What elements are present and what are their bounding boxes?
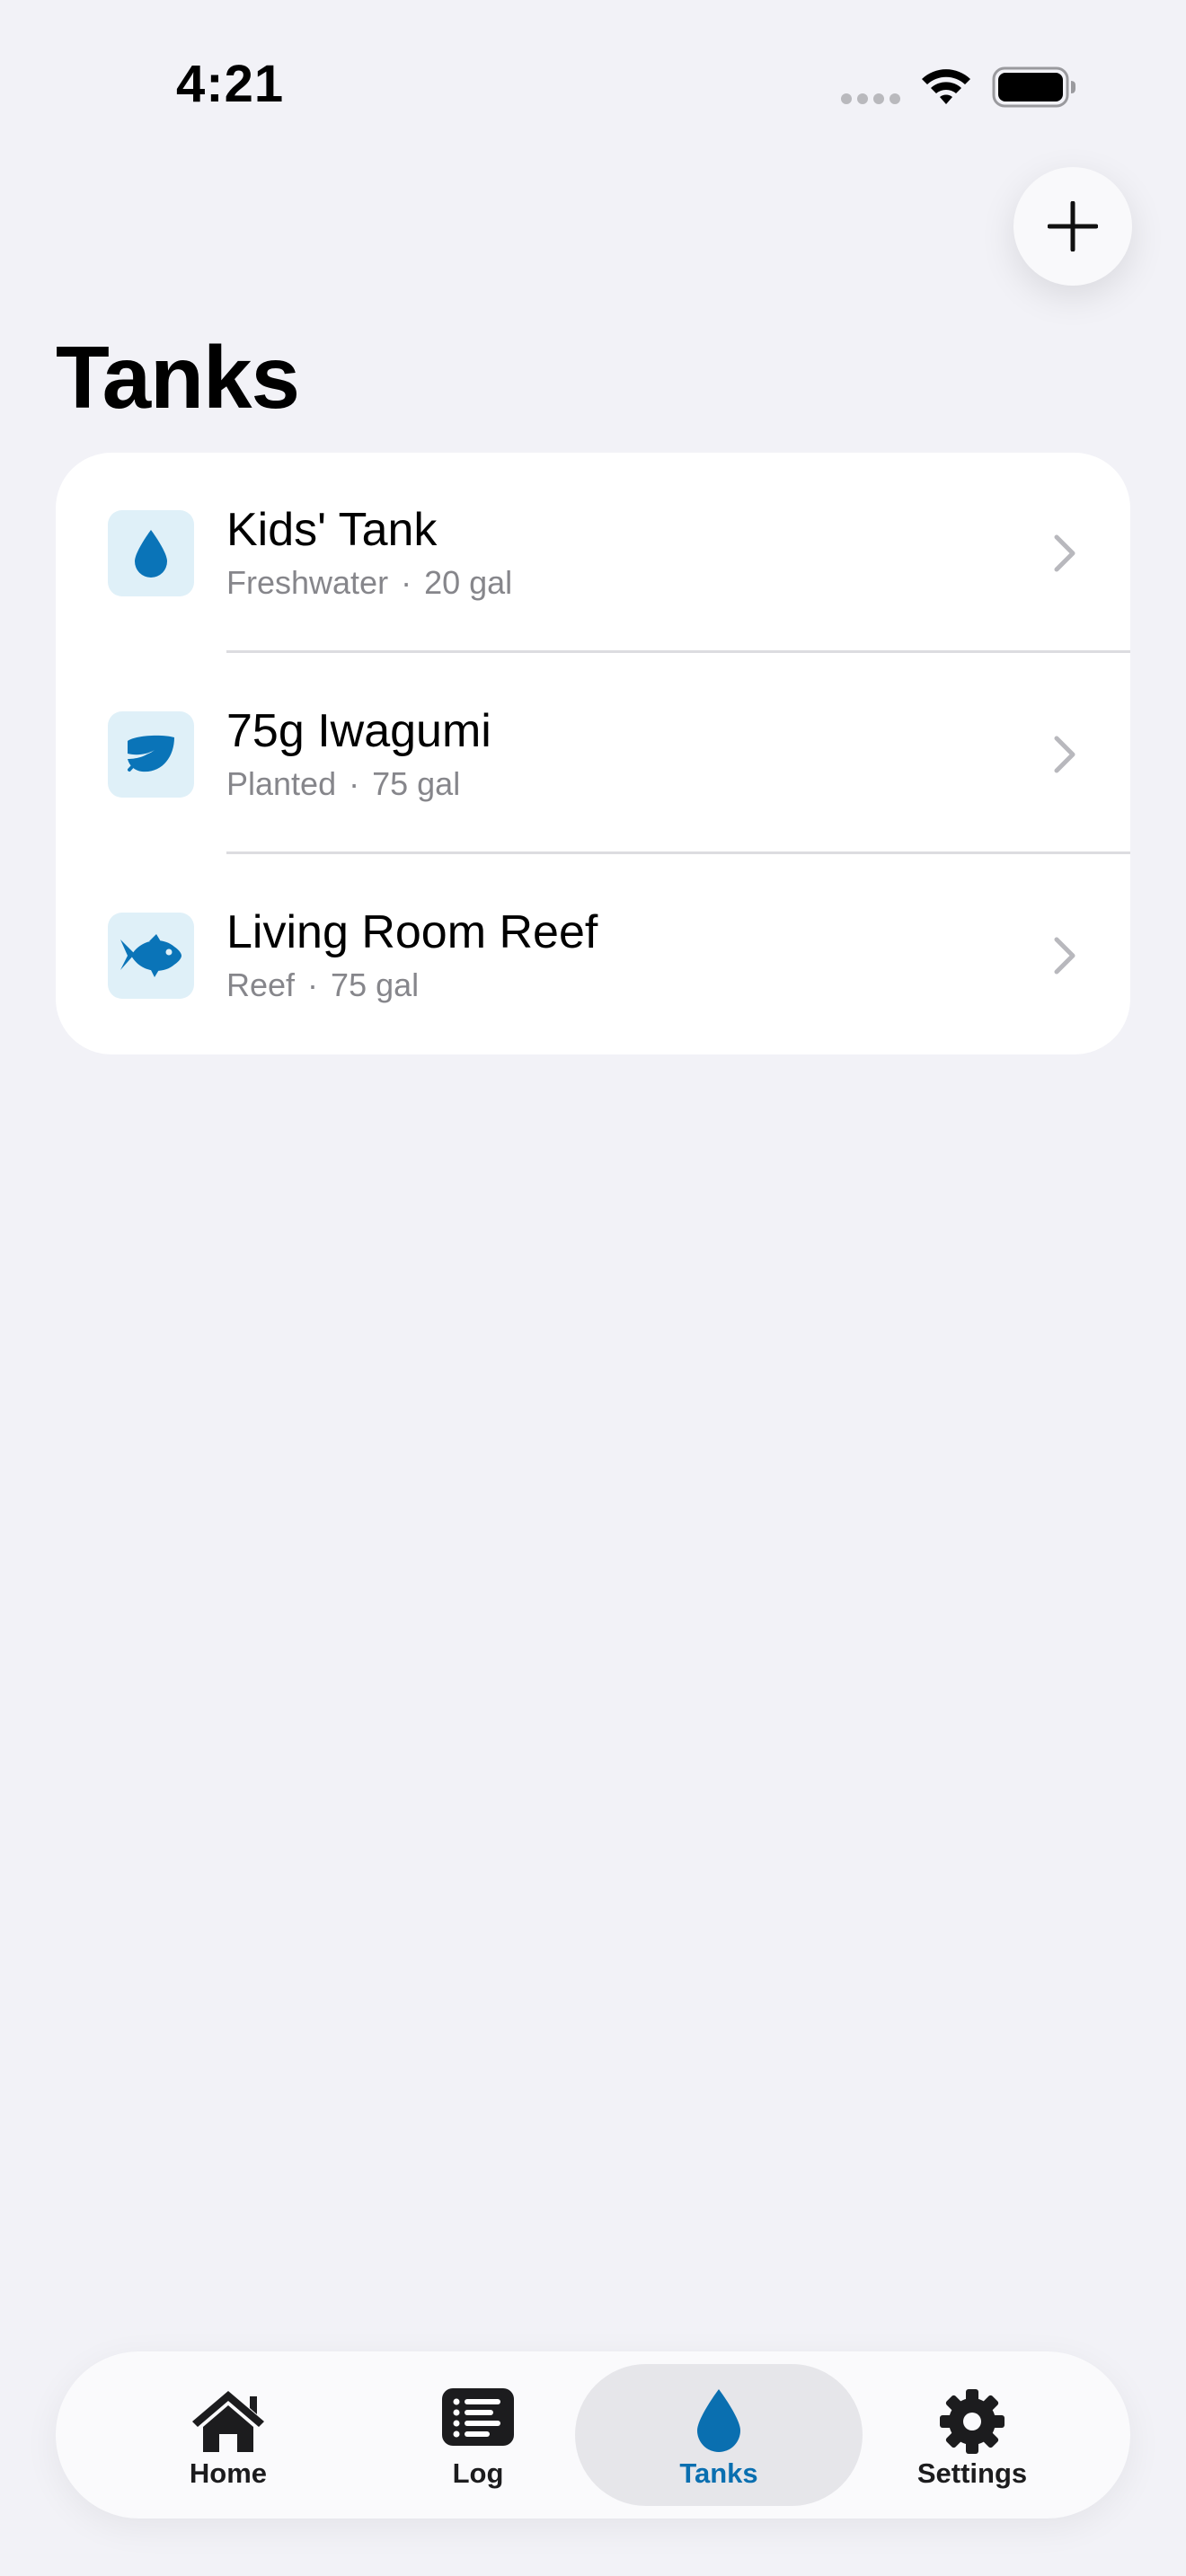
add-tank-button[interactable] [1013, 167, 1132, 286]
tank-volume: 75 gal [372, 765, 461, 802]
tank-details: Reef · 75 gal [226, 966, 419, 1004]
tank-name: Living Room Reef [226, 906, 598, 958]
plus-icon [1048, 201, 1098, 251]
tank-volume: 20 gal [424, 564, 513, 601]
tank-name: 75g Iwagumi [226, 705, 491, 757]
status-bar: 4:21 [0, 0, 1186, 171]
tank-list: Kids' Tank Freshwater · 20 gal 75g Iwagumi… [56, 453, 1130, 1054]
gear-icon [940, 2389, 1005, 2454]
tank-type: Freshwater [226, 564, 389, 601]
tab-settings[interactable]: Settings [828, 2364, 1116, 2506]
tab-label: Home [189, 2457, 268, 2489]
tank-row-75g-iwagumi[interactable]: 75g Iwagumi Planted · 75 gal [56, 654, 1130, 855]
tank-details: Planted · 75 gal [226, 765, 460, 803]
meta-separator: · [349, 765, 360, 802]
water-drop-icon [108, 510, 194, 596]
chevron-right-icon [1054, 937, 1075, 975]
tank-row-kids-tank[interactable]: Kids' Tank Freshwater · 20 gal [56, 453, 1130, 654]
tab-home[interactable]: Home [84, 2364, 372, 2506]
chevron-right-icon [1054, 736, 1075, 773]
tank-type: Reef [226, 966, 296, 1003]
status-time: 4:21 [176, 55, 285, 113]
wifi-icon [922, 69, 970, 104]
cellular-signal-icon [841, 93, 900, 104]
battery-icon [992, 66, 1075, 108]
tank-type: Planted [226, 765, 337, 802]
tab-label: Tanks [679, 2457, 758, 2489]
tank-row-living-room-reef[interactable]: Living Room Reef Reef · 75 gal [56, 855, 1130, 1054]
tab-tanks[interactable]: Tanks [575, 2364, 863, 2506]
water-drop-icon [697, 2389, 740, 2452]
row-divider [226, 650, 1130, 653]
page-title: Tanks [56, 328, 300, 427]
meta-separator: · [401, 564, 412, 601]
tank-name: Kids' Tank [226, 504, 438, 556]
house-icon [192, 2391, 264, 2452]
tank-volume: 75 gal [331, 966, 420, 1003]
tank-details: Freshwater · 20 gal [226, 564, 512, 602]
row-divider [226, 851, 1130, 854]
leaf-icon [108, 711, 194, 798]
fish-icon [108, 913, 194, 999]
chevron-right-icon [1054, 534, 1075, 572]
tab-bar: Home Log Tanks Settings [56, 2351, 1130, 2519]
tab-label: Settings [916, 2457, 1028, 2489]
list-icon [442, 2388, 514, 2446]
meta-separator: · [307, 966, 319, 1003]
